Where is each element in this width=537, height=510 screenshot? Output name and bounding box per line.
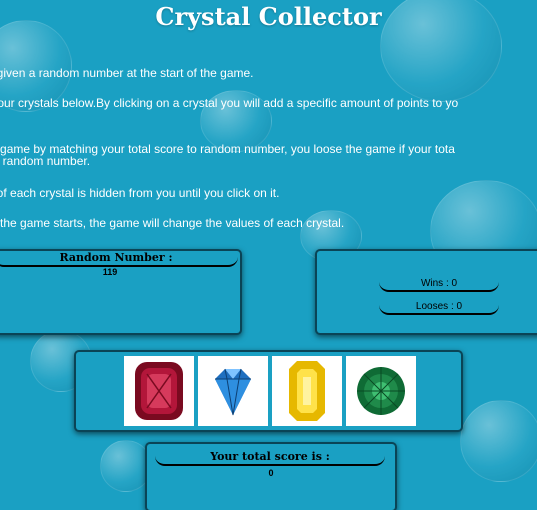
instruction-line-6: me the game starts, the game will change… <box>0 216 345 230</box>
score-panel: Your total score is : 0 <box>147 444 395 510</box>
score-header: Your total score is : <box>155 450 385 466</box>
losses-count: Looses : 0 <box>379 300 499 315</box>
red-crystal-button[interactable] <box>124 356 194 426</box>
crystals-panel <box>76 352 461 430</box>
red-crystal-icon <box>135 362 183 420</box>
random-number-panel: Random Number : 119 <box>0 251 240 333</box>
blue-crystal-button[interactable] <box>198 356 268 426</box>
random-number-value: 119 <box>102 267 118 277</box>
green-crystal-icon <box>357 367 405 415</box>
instruction-line-1: be given a random number at the start of… <box>0 66 254 80</box>
yellow-crystal-icon <box>289 361 325 421</box>
stats-panel: Wins : 0 Looses : 0 <box>317 251 537 333</box>
green-crystal-button[interactable] <box>346 356 416 426</box>
wins-count: Wins : 0 <box>379 277 499 292</box>
instruction-line-4: ove random number. <box>0 154 91 168</box>
page-title: Crystal Collector <box>155 2 382 31</box>
blue-crystal-icon <box>215 368 251 416</box>
yellow-crystal-button[interactable] <box>272 356 342 426</box>
random-number-header: Random Number : <box>0 251 238 267</box>
instruction-line-2: re four crystals below.By clicking on a … <box>0 96 459 110</box>
instruction-line-5: ue of each crystal is hidden from you un… <box>0 186 280 200</box>
score-value: 0 <box>268 468 274 478</box>
